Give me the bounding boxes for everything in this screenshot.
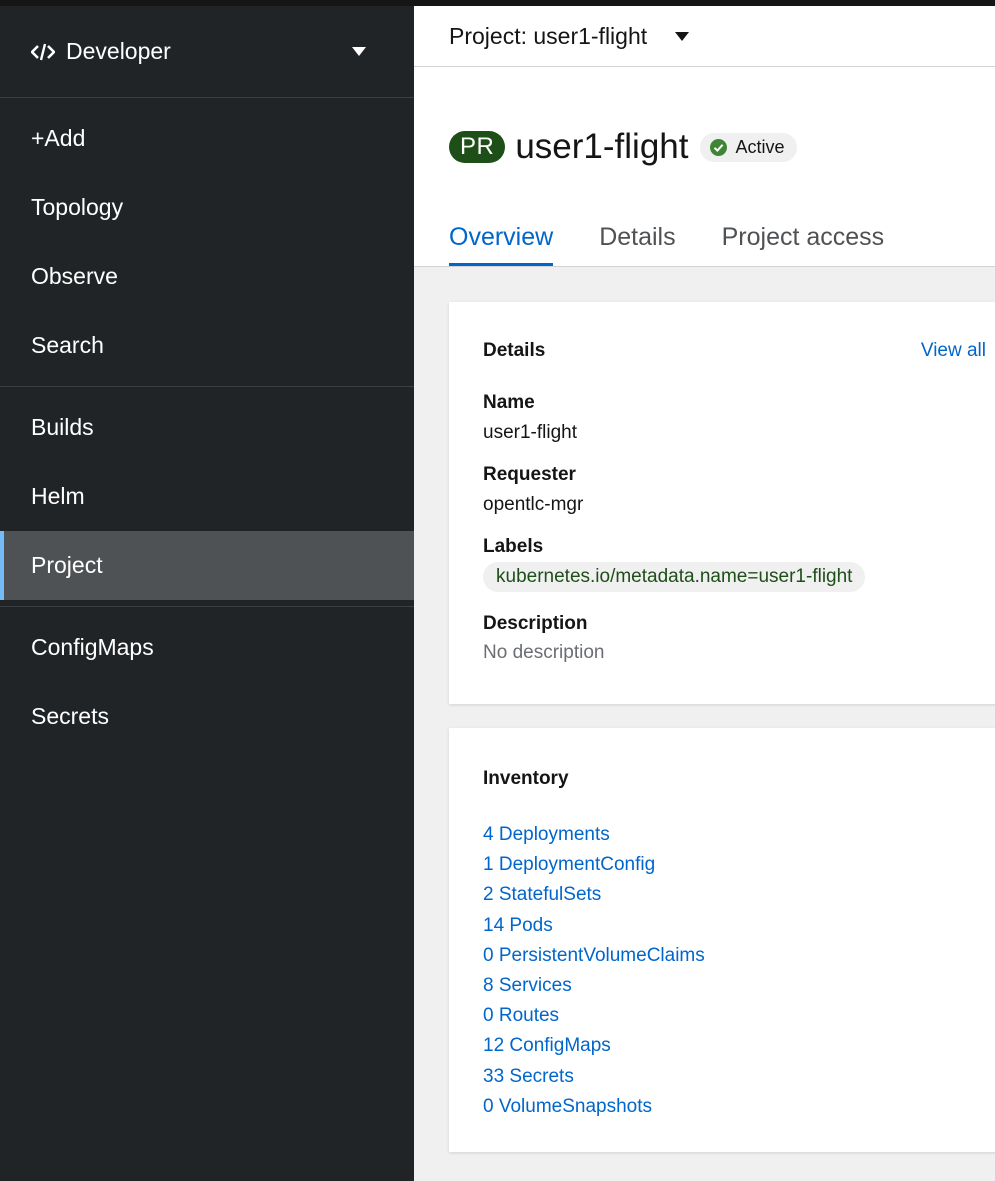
perspective-switcher[interactable]: Developer [0,6,414,98]
requester-label: Requester [483,464,576,485]
nav-item-secrets[interactable]: Secrets [0,682,414,751]
nav-group-config: ConfigMaps Secrets [0,607,414,757]
nav-item-add[interactable]: +Add [0,104,414,173]
project-bar: Project: user1-flight [414,6,995,67]
nav-item-label: ConfigMaps [31,634,154,660]
label-chip[interactable]: kubernetes.io/metadata.name=user1-flight [483,562,866,592]
nav-item-topology[interactable]: Topology [0,173,414,242]
perspective-label: Developer [66,38,171,64]
tab-details[interactable]: Details [599,223,675,266]
inventory-link-pods[interactable]: 14 Pods [483,911,705,941]
nav-item-configmaps[interactable]: ConfigMaps [0,613,414,682]
nav-item-label: Project [31,552,103,578]
inventory-link-deploymentconfigs[interactable]: 1 DeploymentConfig [483,850,705,880]
nav-item-label: Observe [31,263,118,289]
project-selector[interactable]: Project: user1-flight [449,22,690,50]
check-circle-icon [710,138,728,156]
title-row: PR user1-flight Active [449,127,797,167]
page-title: user1-flight [515,127,689,166]
inventory-list: 4 Deployments 1 DeploymentConfig 2 State… [483,820,705,1122]
nav-group-main: +Add Topology Observe Search [0,98,414,387]
nav-item-label: Helm [31,483,85,509]
status-badge: Active [700,132,797,162]
inventory-link-deployments[interactable]: 4 Deployments [483,820,705,850]
inventory-link-services[interactable]: 8 Services [483,971,705,1001]
inventory-link-volumesnapshots[interactable]: 0 VolumeSnapshots [483,1092,705,1122]
tab-project-access[interactable]: Project access [722,223,885,266]
inventory-card-title: Inventory [483,768,569,789]
code-icon [31,43,55,60]
sidebar: Developer +Add Topology Observe Search B… [0,6,414,1181]
nav-item-project[interactable]: Project [0,531,414,600]
nav-item-search[interactable]: Search [0,311,414,380]
tab-bar: Overview Details Project access [449,223,930,266]
project-selector-label: Project: user1-flight [449,22,648,49]
details-card: Details View all Name user1-flight Reque… [449,302,995,704]
inventory-link-secrets[interactable]: 33 Secrets [483,1062,705,1092]
nav-group-resources: Builds Helm Project [0,387,414,607]
description-value: No description [483,642,605,663]
main-content: Project: user1-flight PR user1-flight Ac… [414,6,995,1181]
view-all-link[interactable]: View all [921,340,986,362]
page-header: PR user1-flight Active Overview Details … [414,67,995,267]
name-value: user1-flight [483,422,577,443]
nav-item-label: Topology [31,194,124,220]
nav-item-label: Secrets [31,703,109,729]
resource-badge: PR [449,131,506,163]
tab-overview[interactable]: Overview [449,223,554,266]
description-label: Description [483,613,588,634]
nav-item-helm[interactable]: Helm [0,462,414,531]
inventory-link-routes[interactable]: 0 Routes [483,1001,705,1031]
nav-item-observe[interactable]: Observe [0,242,414,311]
labels-label: Labels [483,536,544,557]
name-label: Name [483,392,535,413]
nav-item-builds[interactable]: Builds [0,393,414,462]
inventory-link-statefulsets[interactable]: 2 StatefulSets [483,880,705,910]
details-card-title: Details [483,340,546,361]
nav-item-label: +Add [31,125,86,151]
nav-item-label: Search [31,332,104,358]
caret-down-icon [352,47,366,56]
inventory-link-configmaps[interactable]: 12 ConfigMaps [483,1031,705,1061]
requester-value: opentlc-mgr [483,494,584,515]
nav-item-label: Builds [31,414,94,440]
caret-down-icon [675,31,690,41]
inventory-card: Inventory 4 Deployments 1 DeploymentConf… [449,728,995,1152]
status-text: Active [735,136,785,157]
inventory-link-pvcs[interactable]: 0 PersistentVolumeClaims [483,941,705,971]
